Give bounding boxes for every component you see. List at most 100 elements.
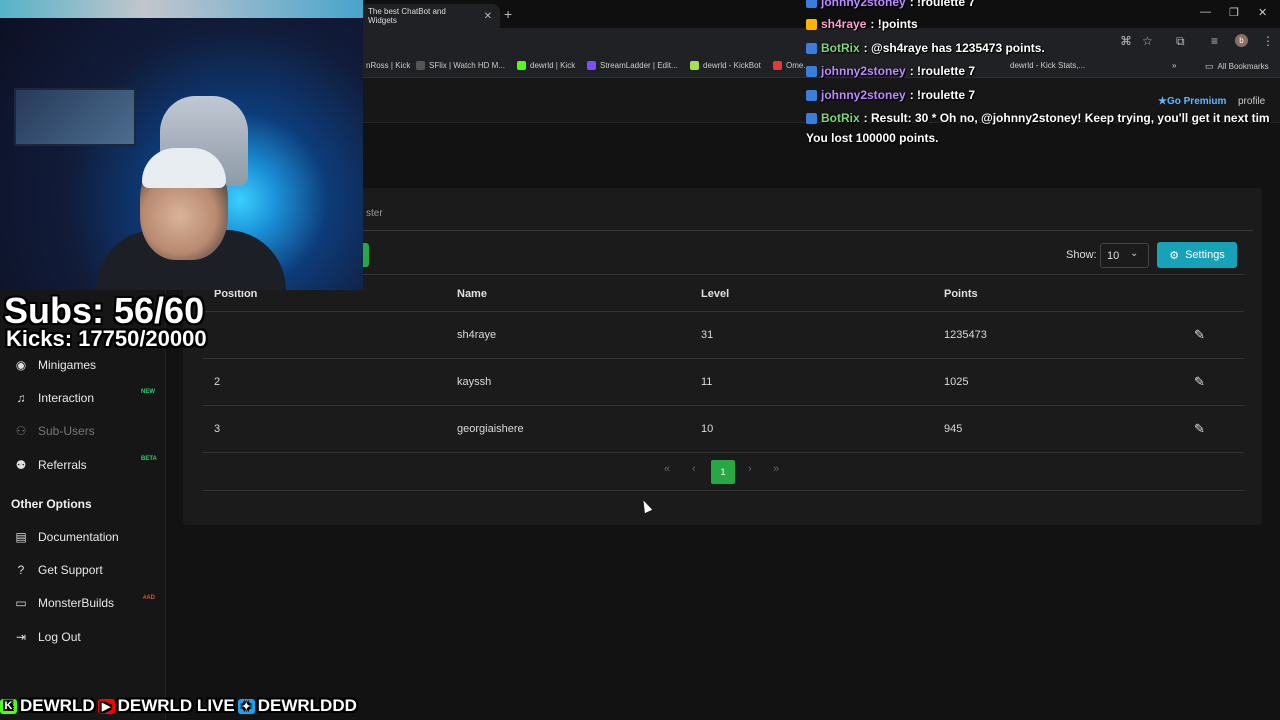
gamepad-icon: ◉ [15, 358, 27, 372]
bookmark-star-icon[interactable]: ☆ [1142, 34, 1153, 48]
social-bar: K DEWRLD ▶ DEWRLD LIVE ✦ DEWRLDDD [0, 696, 357, 716]
bookmark-item[interactable]: StreamLadder | Edit... [587, 61, 678, 70]
window-close-icon[interactable]: ✕ [1258, 6, 1267, 19]
bookmarks-overflow-icon[interactable]: » [1172, 61, 1176, 70]
cell-level: 11 [701, 376, 713, 388]
cell-points: 1025 [944, 376, 969, 388]
table-divider [203, 358, 1244, 359]
sidebar-item-get-support[interactable]: ? Get Support [14, 563, 103, 577]
edit-pencil-icon[interactable]: ✎ [1194, 374, 1205, 390]
youtube-handle: DEWRLD LIVE [117, 696, 235, 715]
tab-title: The best ChatBot and Widgets [368, 7, 446, 25]
sidebar-item-minigames[interactable]: ◉ Minigames [14, 358, 96, 372]
book-icon: ▤ [15, 530, 27, 544]
users-icon: ⚇ [15, 424, 27, 438]
kick-favicon [517, 61, 526, 70]
first-page-icon[interactable]: « [664, 463, 670, 475]
cell-position: 3 [214, 423, 221, 435]
sidebar-item-documentation[interactable]: ▤ Documentation [14, 530, 118, 544]
close-tab-icon[interactable]: ✕ [484, 11, 492, 22]
restore-icon[interactable]: ❐ [1229, 6, 1239, 19]
cell-level: 10 [701, 423, 714, 435]
profile-link[interactable]: profile [1238, 96, 1265, 107]
sidebar-item-referrals[interactable]: ⚉ Referrals [14, 458, 87, 472]
sidebar-item-sub-users[interactable]: ⚇ Sub-Users [14, 424, 95, 438]
twitter-icon: ✦ [237, 698, 255, 714]
table-divider [203, 490, 1244, 491]
music-icon: ♫ [16, 391, 26, 405]
star-icon: ★ [1158, 96, 1167, 107]
bookmark-item[interactable]: Ome.. [773, 61, 808, 70]
webcam-overlay [0, 0, 363, 290]
table-divider [203, 405, 1244, 406]
column-header-points[interactable]: Points [944, 288, 978, 300]
logout-icon: ⇥ [15, 630, 27, 644]
streamladder-favicon [587, 61, 596, 70]
sidebar-item-log-out[interactable]: ⇥ Log Out [14, 630, 81, 644]
cell-position: 2 [214, 376, 221, 388]
account-avatar[interactable]: b [1235, 34, 1248, 47]
cell-name: georgiaishere [457, 423, 524, 435]
folder-icon: ▭ [1205, 61, 1214, 71]
cell-points: 945 [944, 423, 963, 435]
new-tab-icon[interactable]: + [504, 6, 512, 22]
chat-message: BotRix: @sh4raye has 1235473 points. [806, 41, 1045, 55]
go-premium-link[interactable]: ★Go Premium [1158, 96, 1226, 107]
bookmark-item[interactable]: dewrld - KickBot [690, 61, 761, 70]
beta-badge: BETA [141, 456, 157, 462]
edit-pencil-icon[interactable]: ✎ [1194, 421, 1205, 437]
bookmark-favicon [416, 61, 425, 70]
column-header-level[interactable]: Level [701, 288, 729, 300]
bot-badge-icon [806, 112, 817, 124]
sidebar-item-monsterbuilds[interactable]: ▭ MonsterBuilds [14, 596, 114, 610]
chat-message: johnny2stoney: !roulette 7 [806, 64, 975, 78]
ad-badge: #AD [143, 595, 156, 601]
next-page-icon[interactable]: › [748, 463, 752, 475]
chat-message-continuation: You lost 100000 points. [806, 131, 939, 145]
youtube-icon: ▶ [97, 698, 115, 714]
tab-leaderboard[interactable]: ster [366, 208, 383, 219]
cell-level: 31 [701, 329, 714, 341]
kicks-goal: Kicks: 17750/20000 [6, 326, 207, 351]
last-page-icon[interactable]: » [773, 463, 779, 475]
extensions-icon[interactable]: ⧉ [1176, 34, 1185, 49]
gear-icon: ⚙ [1169, 249, 1180, 262]
laptop-icon: ▭ [15, 596, 27, 610]
referral-icon: ⚉ [15, 458, 27, 472]
cell-points: 1235473 [944, 329, 987, 341]
twitter-handle: DEWRLDDD [257, 696, 357, 715]
chat-message: sh4raye: !points [806, 17, 918, 31]
chat-message: BotRix: Result: 30 * Oh no, @johnny2ston… [806, 111, 1270, 125]
mod-badge-icon [806, 89, 817, 101]
bookmark-item[interactable]: nRoss | Kick [366, 61, 410, 70]
wall-poster [14, 88, 136, 146]
sidebar-section-heading: Other Options [11, 497, 92, 511]
prev-page-icon[interactable]: ‹ [692, 463, 696, 475]
show-entries-select[interactable]: 10 [1100, 243, 1149, 268]
chat-message: johnny2stoney: !roulette 7 [806, 0, 975, 9]
sidebar-item-interaction[interactable]: ♫ Interaction [14, 391, 95, 405]
column-header-name[interactable]: Name [457, 288, 487, 300]
all-bookmarks[interactable]: ▭ All Bookmarks [1205, 61, 1269, 72]
bookmark-item[interactable]: SFlix | Watch HD M... [416, 61, 505, 70]
table-divider [203, 311, 1244, 312]
sub-badge-icon [806, 18, 817, 30]
media-icon[interactable]: ≡ [1211, 34, 1218, 48]
translate-icon[interactable]: ⌘ [1120, 34, 1132, 48]
new-badge: NEW [141, 389, 155, 395]
bookmark-item[interactable]: dewrld - Kick Stats,... [1010, 61, 1085, 70]
browser-tab[interactable]: The best ChatBot and Widgets ✕ [360, 4, 500, 28]
led-strip [0, 0, 363, 18]
chat-message: johnny2stoney: !roulette 7 [806, 88, 975, 102]
bot-badge-icon [806, 42, 817, 54]
settings-button[interactable]: ⚙ Settings [1157, 242, 1237, 268]
page-1-button[interactable]: 1 [711, 460, 735, 484]
kick-icon: K [0, 698, 17, 714]
menu-kebab-icon[interactable]: ⋮ [1262, 34, 1274, 48]
kick-handle: DEWRLD [20, 696, 95, 715]
edit-pencil-icon[interactable]: ✎ [1194, 327, 1205, 343]
bookmark-item[interactable]: dewrld | Kick [517, 61, 575, 70]
table-divider [203, 452, 1244, 453]
minimize-icon[interactable]: — [1200, 6, 1211, 18]
bookmark-favicon [773, 61, 782, 70]
